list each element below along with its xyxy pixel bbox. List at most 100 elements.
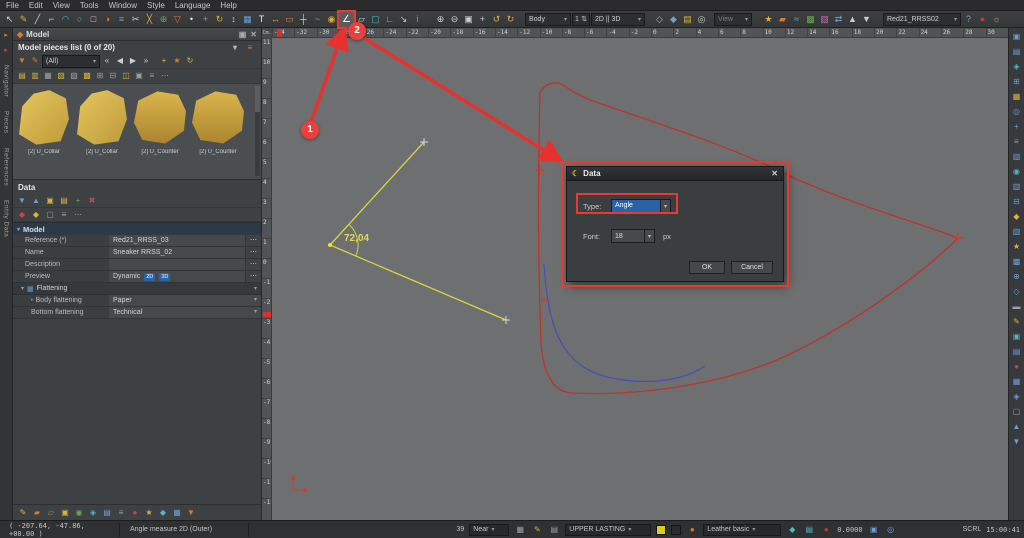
lines-icon[interactable]: ≈ [790, 12, 803, 26]
settings-icon[interactable]: ☼ [990, 12, 1003, 26]
thumbnail-scrollbar[interactable] [255, 86, 260, 176]
side-tab[interactable]: Pieces [3, 107, 10, 138]
target-piece-icon[interactable]: ◉ [73, 507, 85, 519]
panel-menu-icon[interactable]: ≡ [244, 42, 256, 54]
piece-view-icon[interactable]: ▤ [16, 70, 28, 82]
material-icon[interactable]: ▩ [804, 12, 817, 26]
add-piece-icon[interactable]: + [158, 55, 170, 67]
pieces-filter-combo[interactable]: (All) ▾ [42, 55, 100, 68]
model-combo[interactable]: Red21_RRSS02 ▾ [883, 13, 961, 26]
tolerance-dot-icon[interactable]: ● [820, 524, 832, 536]
angle-measure-2d-tool[interactable]: ∠ [339, 12, 354, 27]
outline-piece-icon[interactable]: ▱ [45, 507, 57, 519]
info-icon[interactable]: i [411, 12, 424, 26]
weave-side-icon[interactable]: ▩ [1011, 256, 1023, 268]
optional-field-icon[interactable]: ◆ [30, 209, 42, 221]
angle-3d-icon[interactable]: ∟ [383, 12, 396, 26]
down-side-icon[interactable]: ▼ [1011, 436, 1023, 448]
pencil-status-icon[interactable]: ✎ [531, 524, 543, 536]
edit-filter-icon[interactable]: ✎ [29, 55, 41, 67]
help-icon[interactable]: ? [962, 12, 975, 26]
property-group-flattening[interactable]: ▾ ▦ Flattening ▾ [13, 283, 261, 295]
draw-piece-icon[interactable]: ✎ [17, 507, 29, 519]
menu-item[interactable]: View [53, 1, 70, 10]
dot-side-icon[interactable]: ◉ [1011, 166, 1023, 178]
secondary-color-swatch[interactable] [671, 525, 681, 535]
side-tab[interactable]: References [3, 144, 10, 190]
gem-piece-icon[interactable]: ◈ [87, 507, 99, 519]
palette-icon[interactable]: ▧ [818, 12, 831, 26]
bar-side-icon[interactable]: ▬ [1011, 301, 1023, 313]
style-icon[interactable]: ★ [762, 12, 775, 26]
polyline-tool-icon[interactable]: ⌐ [45, 12, 58, 26]
last-piece-icon[interactable]: » [140, 55, 152, 67]
camera-view-icon[interactable]: ◎ [695, 12, 708, 26]
menu-item[interactable]: Help [220, 1, 236, 10]
add-side-icon[interactable]: ⊞ [1011, 76, 1023, 88]
box-side-icon[interactable]: ▣ [1011, 331, 1023, 343]
select-arrow-icon[interactable]: ↖ [3, 12, 16, 26]
join-tool-icon[interactable]: ⊕ [157, 12, 170, 26]
piece-pair-icon[interactable]: ◫ [120, 70, 132, 82]
view-combo[interactable]: View ▾ [714, 13, 752, 26]
favorite-piece-icon[interactable]: ★ [171, 55, 183, 67]
grid2-side-icon[interactable]: ▦ [1011, 376, 1023, 388]
piece-grade-icon[interactable]: ▩ [81, 70, 93, 82]
zoom-in-icon[interactable]: ⊕ [434, 12, 447, 26]
trim-tool-icon[interactable]: ╳ [143, 12, 156, 26]
record-side-icon[interactable]: ● [1011, 361, 1023, 373]
reference-more-button[interactable]: ⋯ [245, 235, 261, 246]
pan-icon[interactable]: + [476, 12, 489, 26]
piece-copy-icon[interactable]: ▧ [55, 70, 67, 82]
piece-thumbnail[interactable]: [2] U_Collar [16, 87, 72, 177]
merge-side-icon[interactable]: ⊕ [1011, 271, 1023, 283]
protractor-icon[interactable]: ◉ [325, 12, 338, 26]
material-sheet-icon[interactable]: ▤ [803, 524, 815, 536]
parallel-tool-icon[interactable]: ≡ [115, 12, 128, 26]
menu-item[interactable]: Window [109, 1, 137, 10]
down-piece-icon[interactable]: ▼ [185, 507, 197, 519]
piece-thumbnail[interactable]: [2] U_Collar [74, 87, 130, 177]
refresh-pieces-icon[interactable]: ↻ [184, 55, 196, 67]
collapse-panel-icon[interactable]: ▾ [229, 42, 241, 54]
piece-group-icon[interactable]: ▦ [42, 70, 54, 82]
dimension-tool-icon[interactable]: ↔ [269, 12, 282, 26]
menu-item[interactable]: Language [175, 1, 211, 10]
dot-piece-icon[interactable]: ● [129, 507, 141, 519]
mirror-tool-icon[interactable]: ◑ [101, 12, 114, 26]
required-field-icon[interactable]: ◆ [16, 209, 28, 221]
lines-side-icon[interactable]: ▤ [1011, 46, 1023, 58]
gem-side-icon[interactable]: ◈ [1011, 61, 1023, 73]
preview-3d-badge[interactable]: 3D [159, 273, 170, 281]
move-tool-icon[interactable]: + [199, 12, 212, 26]
layer-status-icon[interactable]: ▤ [548, 524, 560, 536]
sync-icon[interactable]: ⇄ [832, 12, 845, 26]
body-combo[interactable]: Body ▾ [525, 13, 571, 26]
field-more-icon[interactable]: ⋯ [72, 209, 84, 221]
cancel-button[interactable]: Cancel [731, 261, 773, 274]
name-more-button[interactable]: ⋯ [245, 247, 261, 258]
body-count-stepper[interactable]: 1 ⇅ [572, 13, 590, 26]
grid-piece-icon[interactable]: ▦ [171, 507, 183, 519]
dock-tab-icon[interactable]: ▸ [4, 31, 8, 40]
point-tool-icon[interactable]: • [185, 12, 198, 26]
piece-mirror-icon[interactable]: ▨ [68, 70, 80, 82]
diamond-side-icon[interactable]: ◆ [1011, 211, 1023, 223]
up-side-icon[interactable]: ▲ [1011, 421, 1023, 433]
line-tool-icon[interactable]: ╱ [31, 12, 44, 26]
text-tool-icon[interactable]: T [255, 12, 268, 26]
dimension-mode-toggle[interactable]: 2D || 3D ▾ [591, 13, 645, 26]
edit-side-icon[interactable]: ✎ [1011, 316, 1023, 328]
star-side-icon[interactable]: ★ [1011, 241, 1023, 253]
ruler-icon[interactable]: ▭ [283, 12, 296, 26]
stack-piece-icon[interactable]: ≡ [115, 507, 127, 519]
lasting-combo[interactable]: UPPER LASTING ▾ [565, 524, 651, 536]
zoom-out-icon[interactable]: ⊖ [448, 12, 461, 26]
sheet-data-icon[interactable]: ▤ [58, 195, 70, 207]
pin-icon[interactable]: ▣ [239, 30, 247, 39]
band-piece-icon[interactable]: ▰ [31, 507, 43, 519]
import-icon[interactable]: ▼ [860, 12, 873, 26]
zoom-fit-icon[interactable]: ▣ [462, 12, 475, 26]
card-data-icon[interactable]: ▣ [44, 195, 56, 207]
filter-icon[interactable]: ▼ [16, 55, 28, 67]
